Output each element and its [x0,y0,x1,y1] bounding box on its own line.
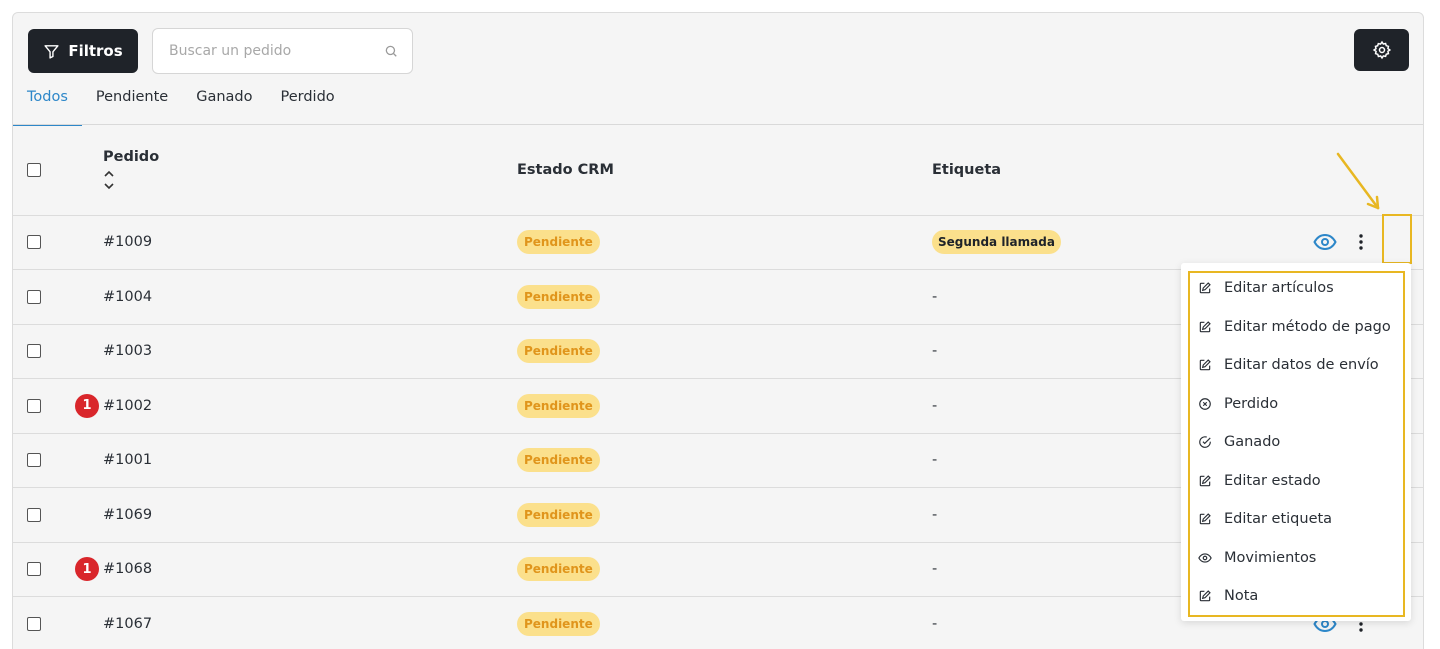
settings-button[interactable] [1354,29,1409,71]
alert-cell [63,433,103,488]
search-box [152,28,413,74]
order-id[interactable]: #1001 [103,433,517,488]
menu-item-editar-datos-envio[interactable]: Editar datos de envío [1198,354,1379,376]
menu-item-movimientos[interactable]: Movimientos [1198,547,1316,569]
table-row: #1009 Pendiente Segunda llamada [13,215,1423,270]
menu-item-perdido[interactable]: Perdido [1198,393,1278,415]
status-tabs: Todos Pendiente Ganado Perdido [13,85,349,126]
sort-control[interactable] [103,169,517,191]
status-badge: Pendiente [517,230,600,255]
edit-icon [1199,282,1211,294]
order-column-header: Pedido [103,148,160,165]
tag-badge: Segunda llamada [932,230,1061,255]
alert-badge[interactable]: 1 [75,557,99,582]
x-circle-icon [1199,398,1211,410]
row-checkbox[interactable] [27,398,41,413]
order-id[interactable]: #1009 [103,215,517,270]
sort-down-icon[interactable] [103,181,115,191]
edit-icon [1199,321,1211,333]
order-id[interactable]: #1004 [103,270,517,325]
alert-cell [63,270,103,325]
table-header-row: Pedido Estado CRM Etiqueta [13,125,1423,215]
search-input[interactable] [169,29,369,73]
eye-icon [1198,553,1212,563]
alert-badge[interactable]: 1 [75,393,99,418]
edit-icon [1199,359,1211,371]
state-column-header: Estado CRM [517,161,614,178]
menu-item-editar-etiqueta[interactable]: Editar etiqueta [1198,508,1332,530]
alert-cell [63,488,103,543]
menu-item-label: Perdido [1224,396,1279,412]
menu-item-label: Editar datos de envío [1224,357,1379,373]
status-badge: Pendiente [517,339,600,364]
row-checkbox[interactable] [27,289,41,304]
status-badge: Pendiente [517,502,600,527]
sort-up-icon[interactable] [103,169,115,179]
menu-item-ganado[interactable]: Ganado [1198,431,1280,453]
alert-cell [63,597,103,649]
menu-item-editar-articulos[interactable]: Editar artículos [1198,277,1334,299]
status-badge: Pendiente [517,284,600,309]
tab-todos[interactable]: Todos [13,85,82,126]
actions-column-header [1305,125,1423,215]
alert-cell [63,324,103,379]
order-id[interactable]: #1069 [103,488,517,543]
row-checkbox[interactable] [27,507,41,522]
menu-item-editar-metodo-pago[interactable]: Editar método de pago [1198,316,1391,338]
row-checkbox[interactable] [27,453,41,468]
status-badge: Pendiente [517,557,600,582]
order-id[interactable]: #1002 [103,379,517,434]
tab-pendiente[interactable]: Pendiente [82,85,182,125]
filters-button[interactable]: Filtros [28,29,138,73]
status-badge: Pendiente [517,612,600,636]
status-badge: Pendiente [517,393,600,418]
kebab-menu-icon[interactable] [1357,232,1365,252]
row-checkbox[interactable] [27,562,41,577]
menu-item-label: Nota [1224,588,1259,604]
menu-item-label: Movimientos [1224,550,1317,566]
order-id[interactable]: #1003 [103,324,517,379]
row-checkbox[interactable] [27,344,41,359]
order-id[interactable]: #1067 [103,597,517,649]
order-id[interactable]: #1068 [103,542,517,597]
edit-icon [1199,513,1211,525]
alert-cell [63,215,103,270]
filters-button-label: Filtros [68,42,123,60]
select-all-checkbox[interactable] [27,162,41,177]
menu-item-label: Editar estado [1224,473,1321,489]
edit-icon [1199,590,1211,602]
status-badge: Pendiente [517,448,600,473]
menu-item-label: Editar método de pago [1224,319,1391,335]
row-checkbox[interactable] [27,235,41,250]
menu-item-label: Editar etiqueta [1224,511,1333,527]
check-circle-icon [1199,436,1211,448]
tag-column-header: Etiqueta [932,161,1002,178]
search-icon[interactable] [384,44,398,58]
alert-column-header [63,125,103,215]
edit-icon [1199,475,1211,487]
menu-item-editar-estado[interactable]: Editar estado [1198,470,1321,492]
tab-perdido[interactable]: Perdido [266,85,348,125]
row-checkbox[interactable] [27,617,41,631]
menu-item-label: Ganado [1224,434,1281,450]
view-eye-icon[interactable] [1313,232,1337,252]
menu-item-nota[interactable]: Nota [1198,585,1258,607]
tab-ganado[interactable]: Ganado [182,85,266,125]
gear-icon [1372,40,1391,60]
menu-item-label: Editar artículos [1224,280,1334,296]
filter-icon [44,44,59,59]
